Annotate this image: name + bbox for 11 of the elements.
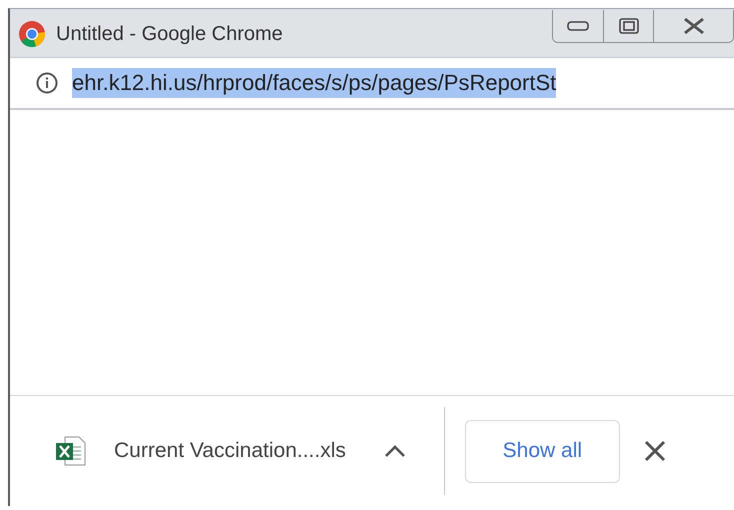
maximize-icon — [618, 18, 638, 34]
show-all-button[interactable]: Show all — [464, 420, 620, 482]
download-file-name[interactable]: Current Vaccination....xls — [114, 439, 346, 463]
close-button[interactable] — [653, 10, 733, 42]
window-title: Untitled - Google Chrome — [56, 22, 283, 46]
chrome-logo-icon — [18, 20, 46, 48]
info-icon[interactable] — [36, 72, 58, 94]
url-text[interactable]: ehr.k12.hi.us/hrprod/faces/s/ps/pages/PsReportSt — [72, 68, 556, 98]
spreadsheet-file-icon — [54, 434, 88, 468]
close-icon — [682, 17, 704, 35]
minimize-icon — [567, 21, 589, 31]
